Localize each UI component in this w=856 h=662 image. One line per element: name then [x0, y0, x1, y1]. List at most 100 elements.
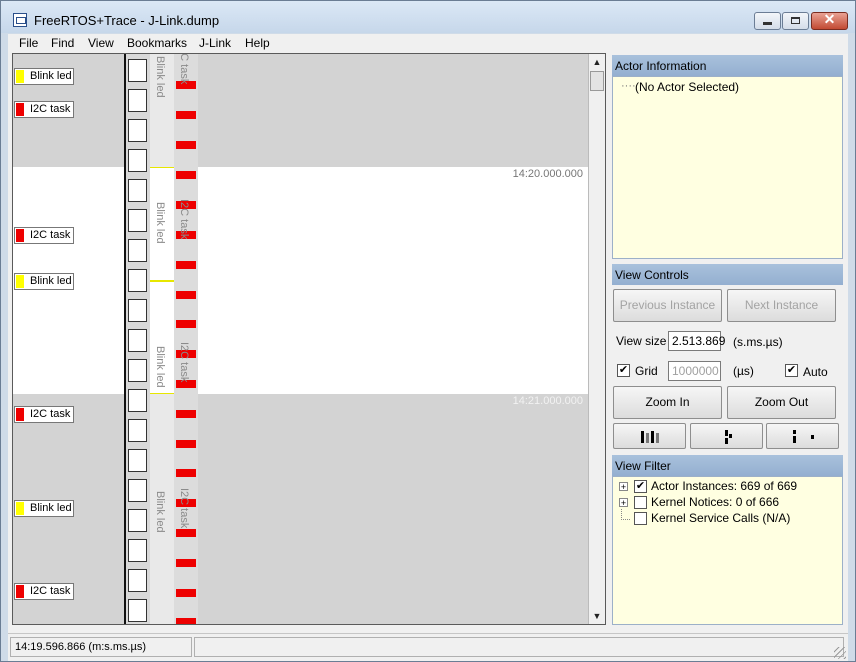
actor-tag-label: I2C task [30, 229, 71, 241]
kernel-notices-checkbox[interactable] [634, 496, 647, 509]
view-mode-button-3[interactable] [766, 423, 839, 449]
instance-box[interactable] [128, 89, 147, 112]
status-bar: 14:19.596.866 (m:s.ms.µs) [8, 633, 848, 661]
menu-bar: File Find View Bookmarks J-Link Help [8, 34, 848, 53]
trace-scrollbar[interactable]: ▲ ▼ [588, 54, 605, 624]
title-bar[interactable]: FreeRTOS+Trace - J-Link.dump ✕ [1, 1, 855, 33]
actor-tag[interactable]: I2C task [14, 227, 74, 244]
grid-checkbox[interactable]: ✔ [617, 364, 630, 377]
instance-box[interactable] [128, 59, 147, 82]
instance-box[interactable] [128, 269, 147, 292]
instance-box[interactable] [128, 239, 147, 262]
menu-jlink[interactable]: J-Link [199, 36, 231, 50]
kernel-notices-label[interactable]: Kernel Notices: 0 of 666 [651, 495, 779, 509]
i2c-event-marker[interactable] [176, 618, 196, 624]
instance-box[interactable] [128, 539, 147, 562]
auto-checkbox[interactable]: ✔ [785, 364, 798, 377]
i2c-event-marker[interactable] [176, 320, 196, 328]
instance-box[interactable] [128, 359, 147, 382]
maximize-icon [791, 17, 800, 24]
view-mode-button-1[interactable] [613, 423, 686, 449]
instance-box[interactable] [128, 419, 147, 442]
window-title: FreeRTOS+Trace - J-Link.dump [34, 13, 220, 28]
grid-input[interactable]: 1000000 [668, 361, 721, 381]
scroll-thumb[interactable] [590, 71, 604, 91]
next-instance-button[interactable]: Next Instance [727, 289, 836, 322]
actor-tag[interactable]: I2C task [14, 406, 74, 423]
actor-tag[interactable]: Blink led [14, 500, 74, 517]
view-filter-panel: + ✔ Actor Instances: 669 of 669 + Kernel… [612, 476, 843, 625]
resize-grip-icon[interactable] [834, 647, 846, 659]
instance-box[interactable] [128, 389, 147, 412]
actor-tag[interactable]: I2C task [14, 101, 74, 118]
i2c-task-label: I2C task [178, 53, 190, 85]
i2c-event-marker[interactable] [176, 410, 196, 418]
i2c-event-marker[interactable] [176, 141, 196, 149]
trace-view[interactable]: 14:20.000.000 14:21.000.000 Blink led I2… [12, 53, 606, 625]
actor-tag-label: I2C task [30, 408, 71, 420]
grid-label: Grid [635, 364, 658, 378]
color-swatch [16, 585, 24, 598]
kernel-service-calls-checkbox[interactable] [634, 512, 647, 525]
menu-view[interactable]: View [88, 36, 114, 50]
actor-tag[interactable]: Blink led [14, 273, 74, 290]
actor-instances-checkbox[interactable]: ✔ [634, 480, 647, 493]
i2c-event-marker[interactable] [176, 440, 196, 448]
status-time: 14:19.596.866 (m:s.ms.µs) [10, 637, 192, 657]
actor-tag[interactable]: I2C task [14, 583, 74, 600]
app-icon[interactable] [13, 13, 27, 27]
i2c-event-marker[interactable] [176, 111, 196, 119]
instance-box[interactable] [128, 299, 147, 322]
kernel-column [126, 54, 150, 624]
color-swatch [16, 229, 24, 242]
actor-tag-label: Blink led [30, 275, 72, 287]
kernel-service-calls-label[interactable]: Kernel Service Calls (N/A) [651, 511, 790, 525]
close-button[interactable]: ✕ [811, 11, 848, 30]
color-swatch [16, 408, 24, 421]
instance-box[interactable] [128, 599, 147, 622]
zoom-out-button[interactable]: Zoom Out [727, 386, 836, 419]
previous-instance-button[interactable]: Previous Instance [613, 289, 722, 322]
actor-tag[interactable]: Blink led [14, 68, 74, 85]
menu-help[interactable]: Help [245, 36, 270, 50]
i2c-event-marker[interactable] [176, 529, 196, 537]
instance-box[interactable] [128, 449, 147, 472]
close-icon: ✕ [823, 11, 836, 27]
menu-find[interactable]: Find [51, 36, 74, 50]
instance-box[interactable] [128, 329, 147, 352]
blink-led-label: Blink led [154, 56, 166, 98]
scroll-down-icon[interactable]: ▼ [589, 608, 605, 624]
minimize-button[interactable] [754, 12, 781, 30]
instance-box[interactable] [128, 479, 147, 502]
no-actor-text[interactable]: (No Actor Selected) [635, 80, 739, 94]
zoom-in-button[interactable]: Zoom In [613, 386, 722, 419]
tree-connector: ···· [621, 80, 636, 92]
menu-bookmarks[interactable]: Bookmarks [127, 36, 187, 50]
scroll-up-icon[interactable]: ▲ [589, 54, 605, 70]
i2c-event-marker[interactable] [176, 589, 196, 597]
expand-icon[interactable]: + [619, 482, 628, 492]
menu-file[interactable]: File [19, 36, 38, 50]
icon-bar [651, 431, 654, 443]
i2c-event-marker[interactable] [176, 171, 196, 179]
i2c-event-marker[interactable] [176, 291, 196, 299]
view-size-input[interactable]: 2.513.869 [668, 331, 725, 351]
view-mode-button-2[interactable] [690, 423, 763, 449]
maximize-button[interactable] [782, 12, 809, 30]
instance-box[interactable] [128, 209, 147, 232]
actor-tag-label: Blink led [30, 70, 72, 82]
expand-icon[interactable]: + [619, 498, 628, 508]
i2c-event-marker[interactable] [176, 469, 196, 477]
icon-bar [646, 433, 649, 443]
icon-bar [729, 434, 732, 438]
instance-box[interactable] [128, 569, 147, 592]
i2c-event-marker[interactable] [176, 559, 196, 567]
instance-box[interactable] [128, 149, 147, 172]
instance-box[interactable] [128, 509, 147, 532]
blink-led-label: Blink led [154, 346, 166, 388]
instance-box[interactable] [128, 119, 147, 142]
actor-instances-label[interactable]: Actor Instances: 669 of 669 [651, 479, 797, 493]
icon-bar [725, 430, 728, 436]
instance-box[interactable] [128, 179, 147, 202]
i2c-event-marker[interactable] [176, 261, 196, 269]
